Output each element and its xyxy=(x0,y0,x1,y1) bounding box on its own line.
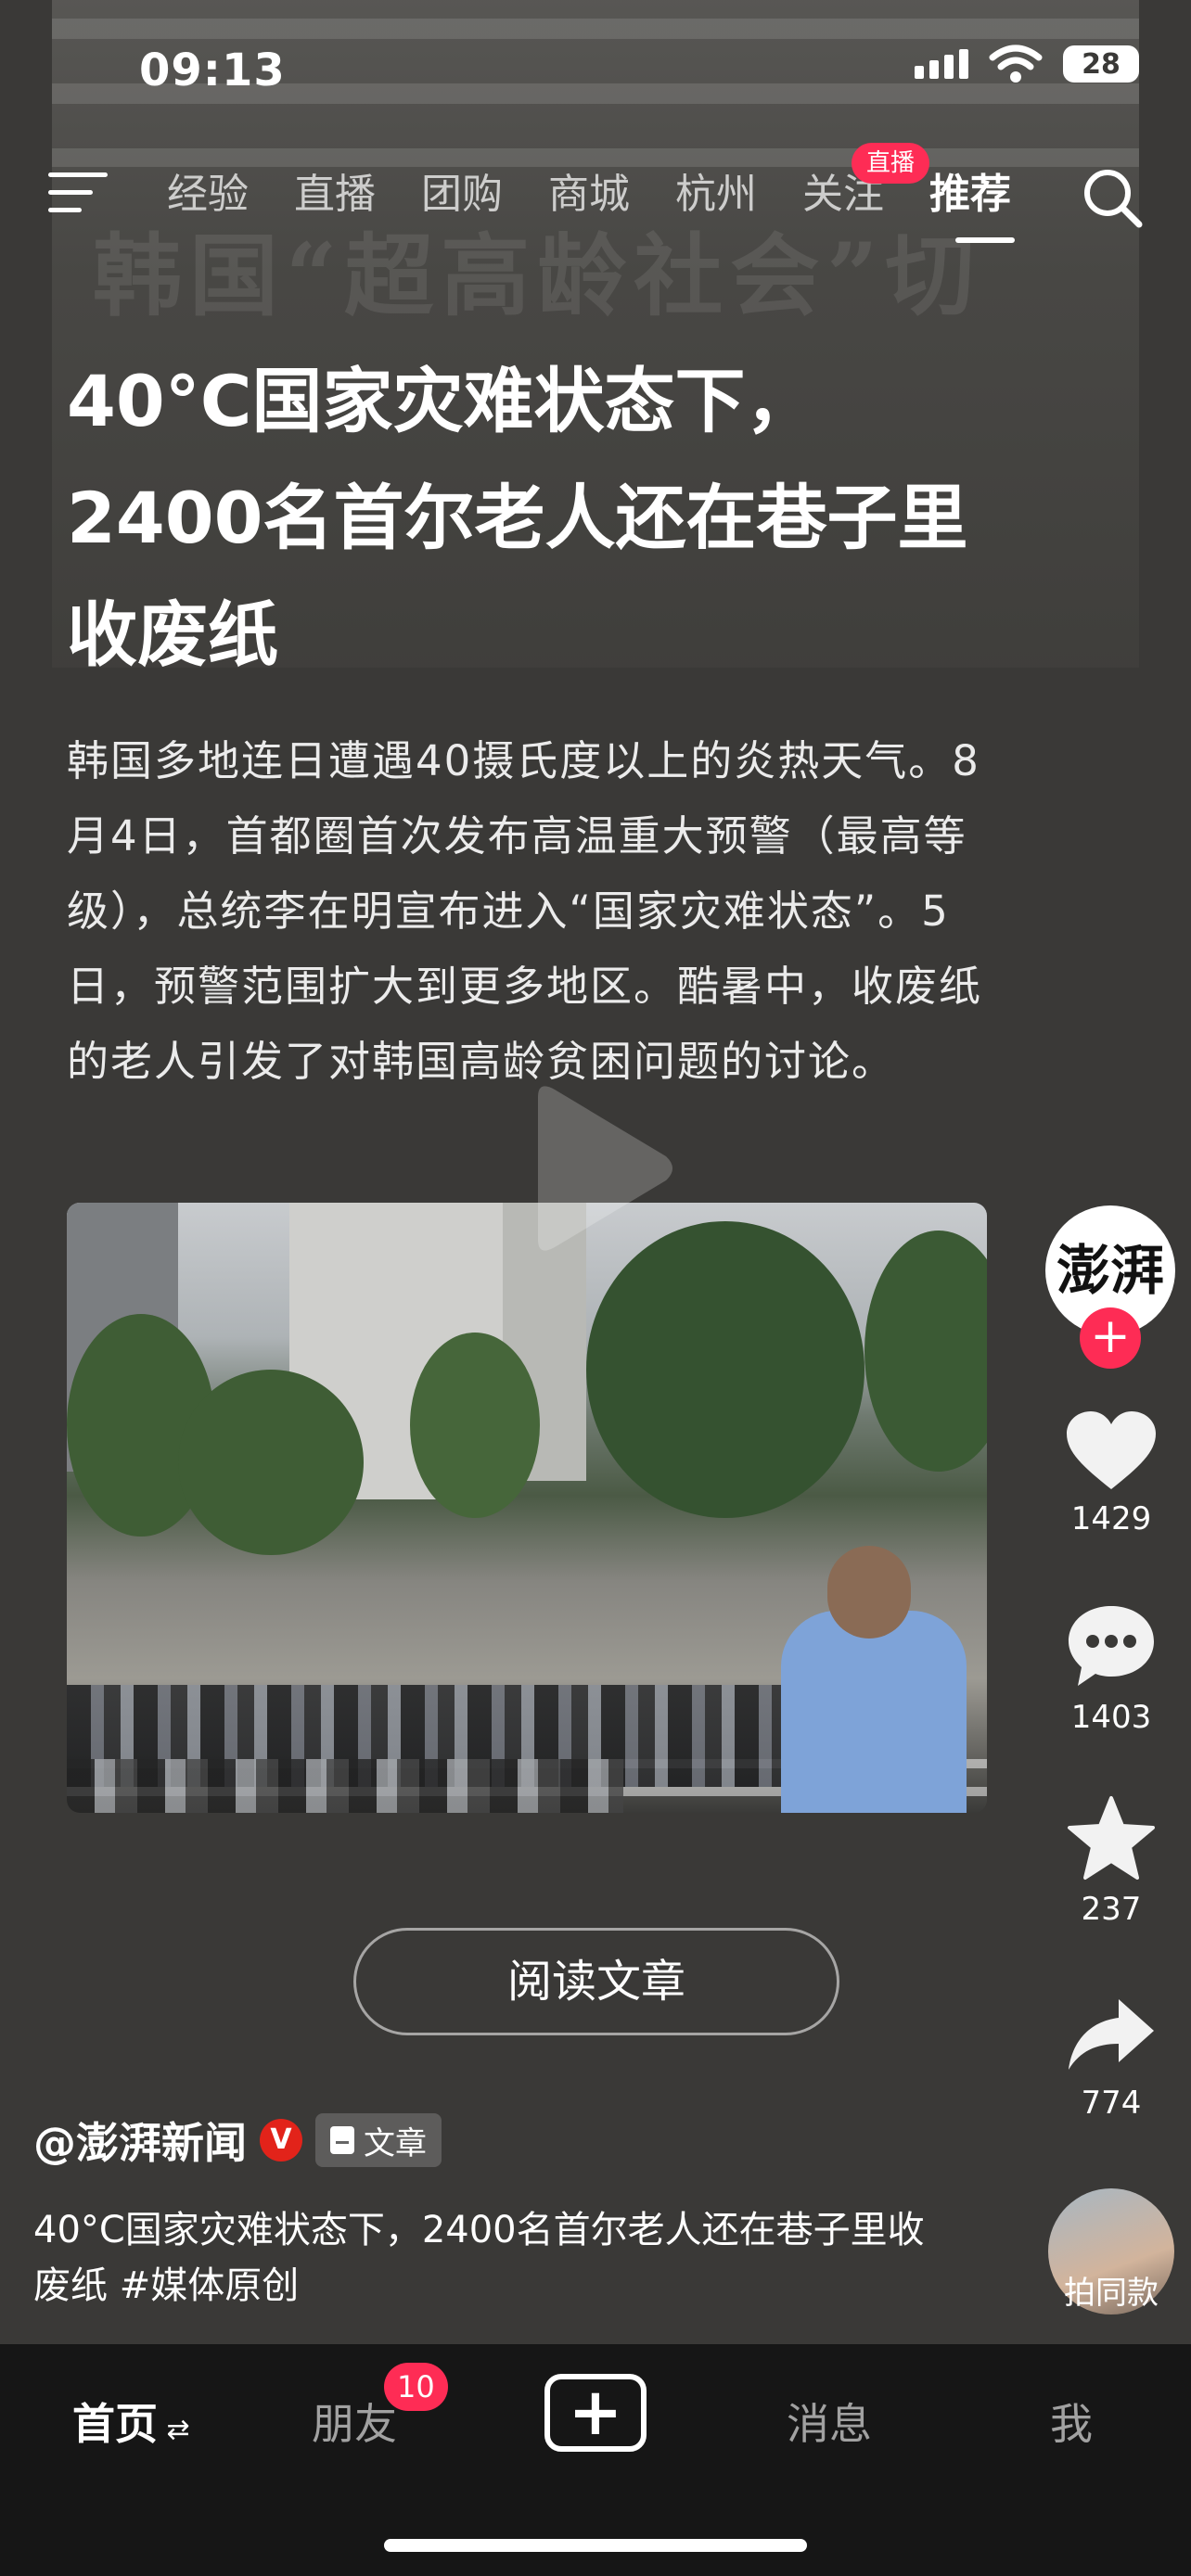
comment-icon xyxy=(1069,1606,1154,1686)
top-navigation: 经验 直播 团购 商城 杭州 关注 推荐 直播 xyxy=(0,143,1191,243)
favorite-count: 237 xyxy=(1081,1891,1142,1928)
content-type-tag: 文章 xyxy=(315,2113,442,2167)
switch-icon: ⇄ xyxy=(158,2414,190,2446)
menu-icon[interactable] xyxy=(48,172,108,219)
like-button[interactable]: 1429 xyxy=(1039,1409,1184,1537)
tab-mall[interactable]: 商城 xyxy=(548,158,675,232)
content-type-label: 文章 xyxy=(364,2124,427,2162)
nav-home[interactable]: 首页 ⇄ xyxy=(72,2391,190,2452)
tab-live[interactable]: 直播 xyxy=(294,158,421,232)
tab-experience[interactable]: 经验 xyxy=(167,158,294,232)
tab-group-buy[interactable]: 团购 xyxy=(421,158,548,232)
article-photo[interactable] xyxy=(67,1203,987,1813)
heart-icon xyxy=(1067,1411,1156,1489)
verified-badge: V xyxy=(260,2119,302,2162)
status-time: 09:13 xyxy=(139,45,286,96)
nav-me[interactable]: 我 xyxy=(1050,2391,1093,2452)
live-badge: 直播 xyxy=(852,143,930,184)
article-summary: 韩国多地连日遭遇40摄氏度以上的炎热天气。8月4日，首都圈首次发布高温重大预警（… xyxy=(67,736,983,1086)
star-icon xyxy=(1068,1796,1155,1880)
comment-count: 1403 xyxy=(1070,1699,1152,1736)
author-row: @澎湃新闻 V 文章 xyxy=(33,2110,442,2171)
tab-recommend-label: 推荐 xyxy=(929,171,1011,218)
play-icon[interactable] xyxy=(519,1080,677,1256)
search-icon[interactable] xyxy=(1080,165,1145,230)
friends-badge: 10 xyxy=(384,2363,448,2411)
comment-button[interactable]: 1403 xyxy=(1039,1602,1184,1736)
plus-icon[interactable]: + xyxy=(544,2374,647,2452)
share-button[interactable]: 774 xyxy=(1039,1994,1184,2122)
status-icons: 28 xyxy=(915,45,1139,83)
nav-friends[interactable]: 朋友 xyxy=(312,2391,397,2452)
like-count: 1429 xyxy=(1070,1500,1152,1537)
favorite-button[interactable]: 237 xyxy=(1039,1794,1184,1928)
share-count: 774 xyxy=(1081,2085,1142,2122)
follow-button[interactable]: + xyxy=(1080,1307,1141,1369)
share-icon xyxy=(1069,1999,1154,2070)
document-icon xyxy=(330,2126,354,2154)
home-indicator xyxy=(384,2539,807,2552)
tab-recommend[interactable]: 推荐 xyxy=(929,158,1057,243)
wifi-icon xyxy=(989,45,1043,83)
remix-label[interactable]: 拍同款 xyxy=(1048,2267,1174,2313)
article-headline[interactable]: 40°C国家灾难状态下，2400名首尔老人还在巷子里收废纸 xyxy=(67,343,994,694)
nav-home-label: 首页 xyxy=(72,2399,158,2449)
cellular-signal-icon xyxy=(915,49,968,79)
active-tab-indicator xyxy=(955,237,1015,243)
nav-messages[interactable]: 消息 xyxy=(787,2391,872,2452)
author-name[interactable]: @澎湃新闻 xyxy=(33,2110,247,2171)
article-continued-text xyxy=(67,1859,994,1891)
tab-hangzhou[interactable]: 杭州 xyxy=(675,158,802,232)
video-caption[interactable]: 40°C国家灾难状态下，2400名首尔老人还在巷子里收废纸 #媒体原创 xyxy=(33,2202,961,2314)
read-article-button[interactable]: 阅读文章 xyxy=(353,1928,839,2035)
battery-indicator: 28 xyxy=(1063,45,1139,83)
